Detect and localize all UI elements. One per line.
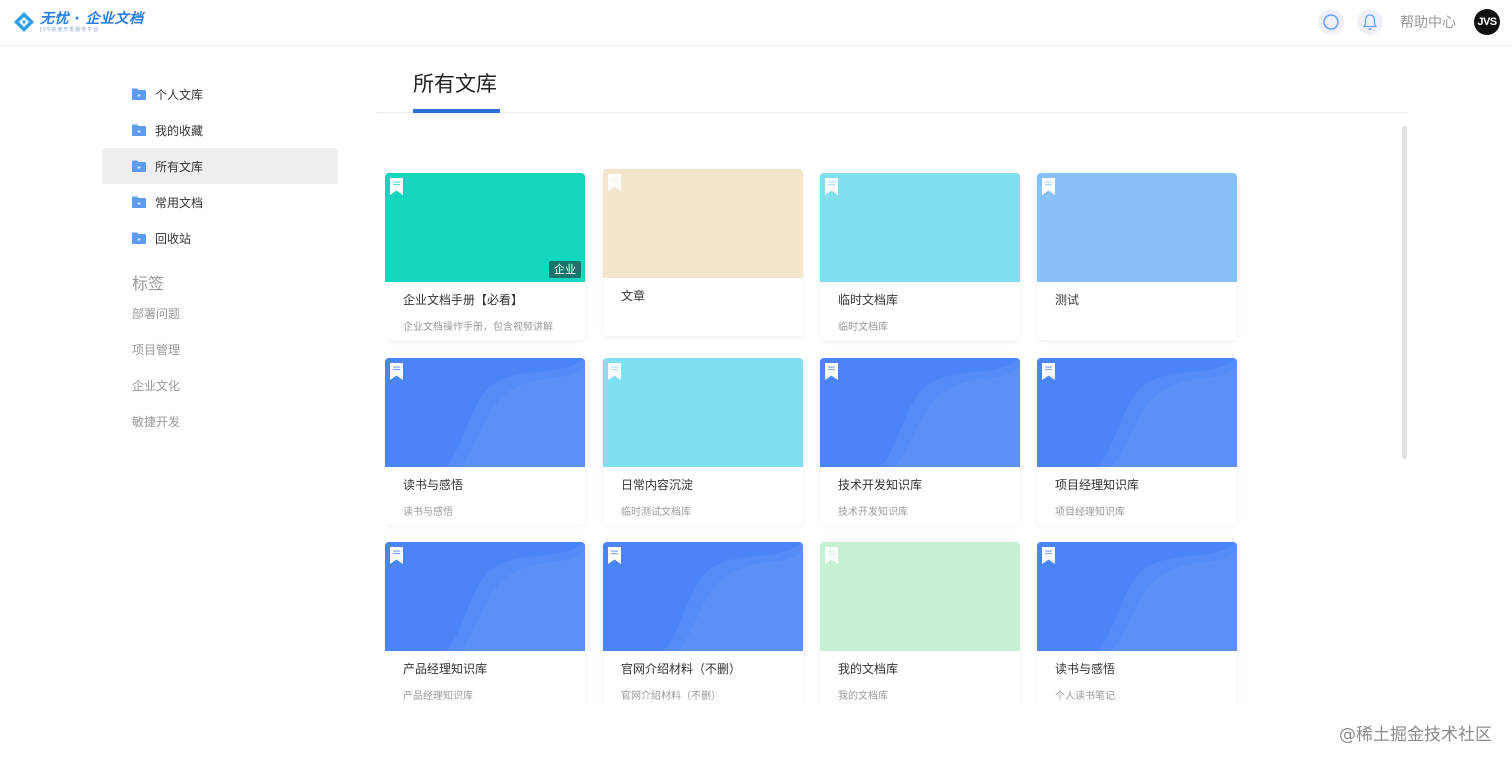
card-badge: 企业 xyxy=(549,261,581,278)
sidebar-item-recycle-bin[interactable]: 回收站 xyxy=(102,220,338,256)
card-cover xyxy=(1037,173,1237,282)
card-title: 我的文档库 xyxy=(838,662,899,676)
search-icon xyxy=(1323,14,1339,30)
card-description: 读书与感悟 xyxy=(403,507,453,518)
bookmark-icon xyxy=(1042,363,1055,380)
card-description: 官网介绍材料（不删） xyxy=(621,691,721,702)
library-card[interactable]: 产品经理知识库 产品经理知识库 xyxy=(385,542,585,704)
library-card[interactable]: 技术开发知识库 技术开发知识库 xyxy=(820,358,1020,525)
sidebar-item-common-docs[interactable]: 常用文档 xyxy=(102,184,338,220)
card-title: 日常内容沉淀 xyxy=(621,478,694,492)
card-title: 官网介绍材料（不删） xyxy=(621,662,742,676)
card-cover xyxy=(603,542,803,651)
card-description: 临时文档库 xyxy=(838,322,888,333)
library-card[interactable]: 项目经理知识库 项目经理知识库 xyxy=(1037,358,1237,525)
card-description: 项目经理知识库 xyxy=(1055,507,1125,518)
active-tab-indicator xyxy=(413,109,500,113)
library-card[interactable]: 我的文档库 我的文档库 xyxy=(820,542,1020,704)
card-cover xyxy=(820,542,1020,651)
card-title: 文章 xyxy=(621,289,646,303)
library-card[interactable]: 官网介绍材料（不删） 官网介绍材料（不删） xyxy=(603,542,803,704)
bookmark-icon xyxy=(608,174,621,191)
logo[interactable]: 无忧 · 企业文档 JVS快速开发服务平台 xyxy=(12,8,144,36)
sidebar-item-favorites[interactable]: 我的收藏 xyxy=(102,112,338,148)
logo-icon xyxy=(14,12,34,32)
folder-icon xyxy=(132,88,146,100)
library-card[interactable]: 读书与感悟个人读书笔记 xyxy=(1037,542,1237,704)
library-card[interactable]: 测试 xyxy=(1037,173,1237,340)
avatar[interactable]: JVS xyxy=(1474,9,1500,35)
tag-item[interactable]: 项目管理 xyxy=(102,332,338,368)
folder-icon xyxy=(132,160,146,172)
card-description: 个人读书笔记 xyxy=(1055,691,1115,702)
bookmark-icon xyxy=(390,547,403,564)
bookmark-icon xyxy=(1042,178,1055,195)
tag-item[interactable]: 部署问题 xyxy=(102,296,338,332)
card-cover: 企业 xyxy=(385,173,585,282)
card-cover xyxy=(1037,542,1237,651)
card-cover xyxy=(820,173,1020,282)
folder-icon xyxy=(132,196,146,208)
library-card[interactable]: 临时文档库 临时文档库 xyxy=(820,173,1020,340)
card-cover xyxy=(1037,358,1237,467)
bookmark-icon xyxy=(825,363,838,380)
card-cover xyxy=(385,358,585,467)
sidebar-item-personal-library[interactable]: 个人文库 xyxy=(102,76,338,112)
card-title: 临时文档库 xyxy=(838,293,899,307)
card-description: 我的文档库 xyxy=(838,691,888,702)
watermark: @稀土掘金技术社区 xyxy=(1339,725,1492,745)
sidebar-item-label: 所有文库 xyxy=(155,159,204,174)
card-title: 技术开发知识库 xyxy=(838,478,923,492)
folder-icon xyxy=(132,124,146,136)
bookmark-icon xyxy=(608,547,621,564)
card-title: 读书与感悟 xyxy=(1055,662,1116,676)
tag-item[interactable]: 企业文化 xyxy=(102,368,338,404)
tab-all-libraries[interactable]: 所有文库 xyxy=(413,68,497,98)
sidebar-item-label: 回收站 xyxy=(155,231,192,246)
sidebar-item-all-libraries[interactable]: 所有文库 xyxy=(102,148,338,184)
bookmark-icon xyxy=(825,178,838,195)
tags-heading: 标签 xyxy=(132,274,165,293)
help-center-link[interactable]: 帮助中心 xyxy=(1400,12,1456,32)
library-card[interactable]: 读书与感悟 读书与感悟 xyxy=(385,358,585,525)
library-card[interactable]: 日常内容沉淀 临时测试文档库 xyxy=(603,358,803,525)
card-cover xyxy=(385,542,585,651)
card-description: 技术开发知识库 xyxy=(838,507,908,518)
bookmark-icon xyxy=(608,363,621,380)
scrollbar[interactable] xyxy=(1402,126,1407,459)
bell-icon xyxy=(1362,14,1378,30)
card-cover xyxy=(603,169,803,278)
card-title: 读书与感悟 xyxy=(403,478,464,492)
library-card[interactable]: 文章 xyxy=(603,169,803,336)
card-title: 企业文档手册【必看】 xyxy=(403,293,524,307)
library-grid: 企业 企业文档手册【必看】 企业文档操作手册，包含视频讲解 文章 临时文档库 临时文档库测… xyxy=(385,168,1245,704)
tag-item[interactable]: 敏捷开发 xyxy=(102,404,338,440)
card-cover xyxy=(603,358,803,467)
card-description: 临时测试文档库 xyxy=(621,507,691,518)
card-title: 测试 xyxy=(1055,293,1080,307)
search-button[interactable] xyxy=(1318,9,1344,35)
card-description: 企业文档操作手册，包含视频讲解 xyxy=(403,322,553,333)
bookmark-icon xyxy=(825,547,838,564)
bookmark-icon xyxy=(1042,547,1055,564)
sidebar-item-label: 常用文档 xyxy=(155,195,204,210)
logo-title: 无忧 · 企业文档 xyxy=(40,10,144,27)
top-header: 无忧 · 企业文档 JVS快速开发服务平台 帮助中心 JVS xyxy=(0,0,1512,46)
library-card[interactable]: 企业企业文档手册【必看】企业文档操作手册，包含视频讲解 xyxy=(385,173,585,340)
sidebar: 个人文库 我的收藏 所有文库 常用文档 回收站 标签 部署问题 项目管理 企业文… xyxy=(102,76,338,440)
sidebar-item-label: 我的收藏 xyxy=(155,123,204,138)
bookmark-icon xyxy=(390,363,403,380)
card-title: 项目经理知识库 xyxy=(1055,478,1140,492)
folder-icon xyxy=(132,232,146,244)
sidebar-item-label: 个人文库 xyxy=(155,87,204,102)
card-cover xyxy=(820,358,1020,467)
logo-subtitle: JVS快速开发服务平台 xyxy=(40,26,100,33)
card-description: 产品经理知识库 xyxy=(403,691,473,702)
card-title: 产品经理知识库 xyxy=(403,662,488,676)
tab-bar: 所有文库 xyxy=(377,48,1408,113)
notification-button[interactable] xyxy=(1357,9,1383,35)
bookmark-icon xyxy=(390,178,403,195)
